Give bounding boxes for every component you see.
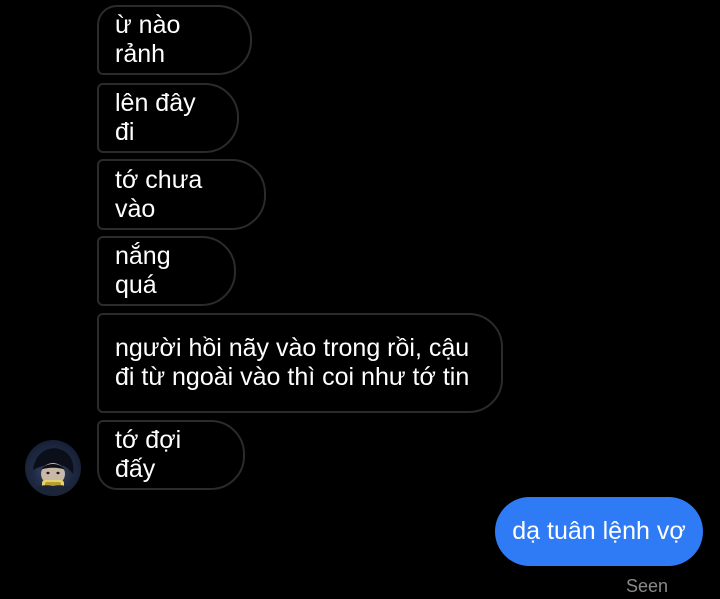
received-message[interactable]: tớ chưa vào <box>97 159 266 230</box>
avatar-photo-icon <box>29 448 77 496</box>
contact-avatar[interactable] <box>25 440 81 496</box>
sent-message[interactable]: dạ tuân lệnh vợ <box>495 497 703 566</box>
seen-status: Seen <box>626 576 669 596</box>
received-message[interactable]: người hồi nãy vào trong rồi, cậu đi từ n… <box>97 313 503 413</box>
received-message[interactable]: lên đây đi <box>97 83 239 153</box>
received-message[interactable]: nắng quá <box>97 236 236 306</box>
received-message[interactable]: ừ nào rảnh <box>97 5 252 75</box>
received-message[interactable]: tớ đợi đấy <box>97 420 245 490</box>
